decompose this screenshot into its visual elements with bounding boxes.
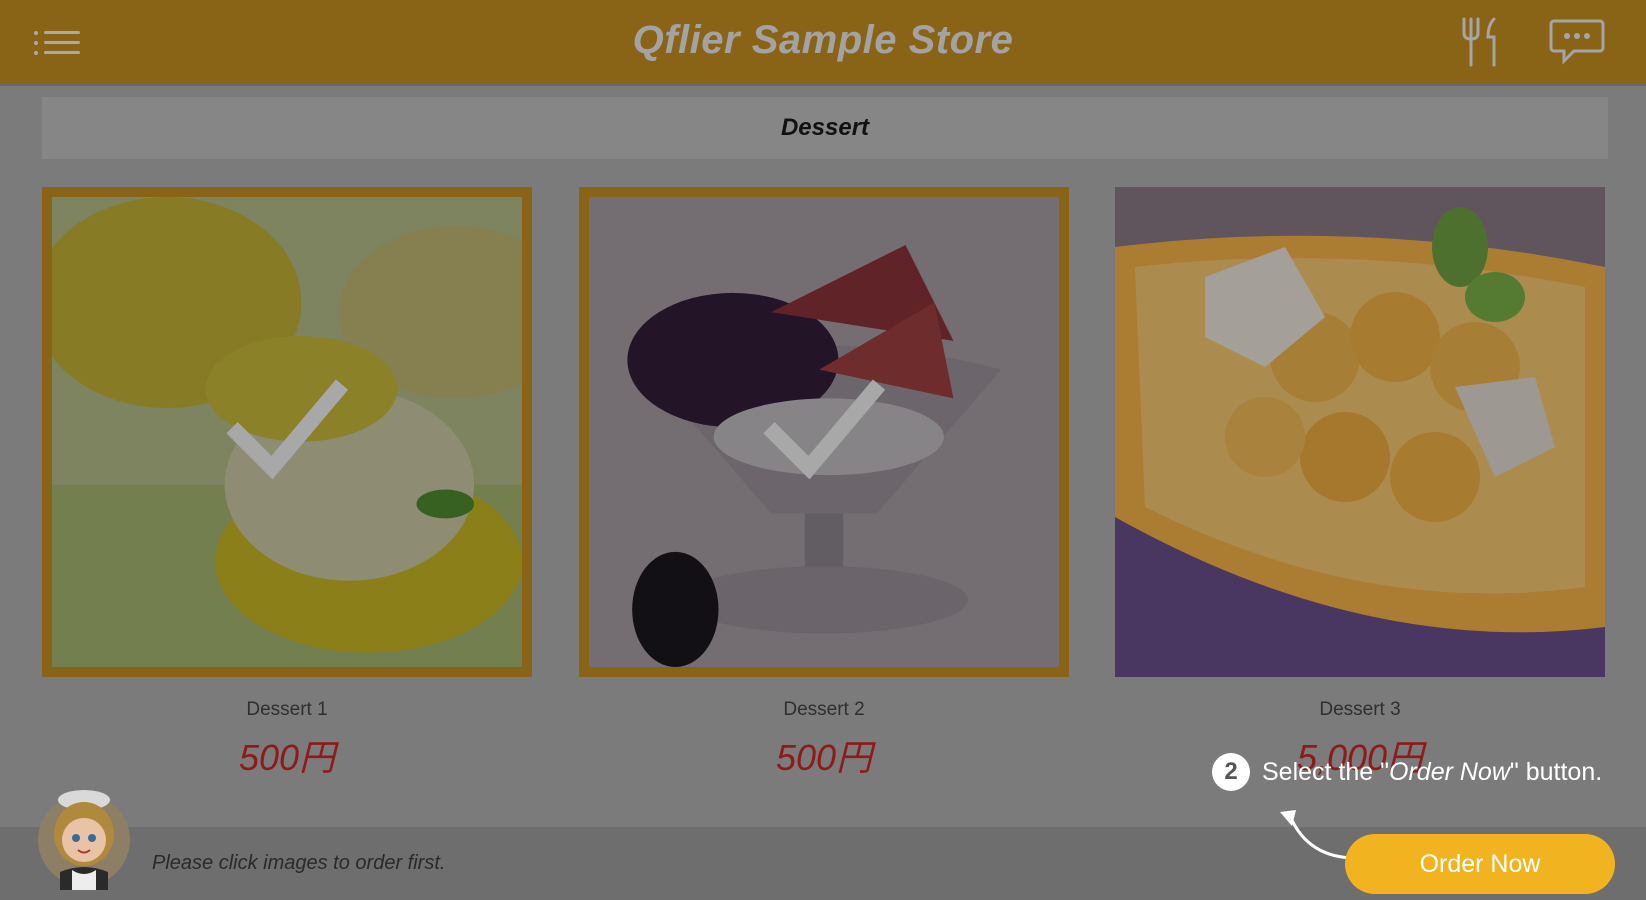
order-now-button[interactable]: Order Now [1345, 834, 1615, 894]
cutlery-icon[interactable] [1460, 16, 1504, 73]
tutorial-tip: 2 Select the "Order Now" button. [1212, 752, 1602, 792]
product-card[interactable]: Dessert 1 500円 [42, 187, 532, 781]
product-card[interactable]: Dessert 3 5,000円 [1115, 187, 1605, 781]
tutorial-text: Select the "Order Now" button. [1262, 757, 1603, 786]
product-card[interactable]: Dessert 2 500円 [579, 187, 1069, 781]
chat-icon[interactable] [1549, 18, 1605, 71]
tutorial-step-number: 2 [1212, 753, 1250, 791]
waitress-avatar [38, 790, 130, 890]
checkmark-icon [226, 379, 349, 480]
product-price: 500円 [238, 737, 336, 778]
product-price: 500円 [775, 737, 873, 778]
category-title: Dessert [42, 97, 1608, 159]
order-hint: Please click images to order first. [152, 852, 446, 874]
product-name: Dessert 1 [246, 699, 328, 720]
product-image[interactable] [42, 187, 532, 677]
product-image[interactable] [579, 187, 1069, 677]
checkmark-icon [763, 379, 886, 480]
app-header: Qflier Sample Store [0, 0, 1646, 84]
product-image[interactable] [1115, 187, 1605, 677]
product-name: Dessert 3 [1319, 699, 1401, 720]
store-title: Qflier Sample Store [632, 18, 1014, 62]
product-name: Dessert 2 [783, 699, 865, 720]
